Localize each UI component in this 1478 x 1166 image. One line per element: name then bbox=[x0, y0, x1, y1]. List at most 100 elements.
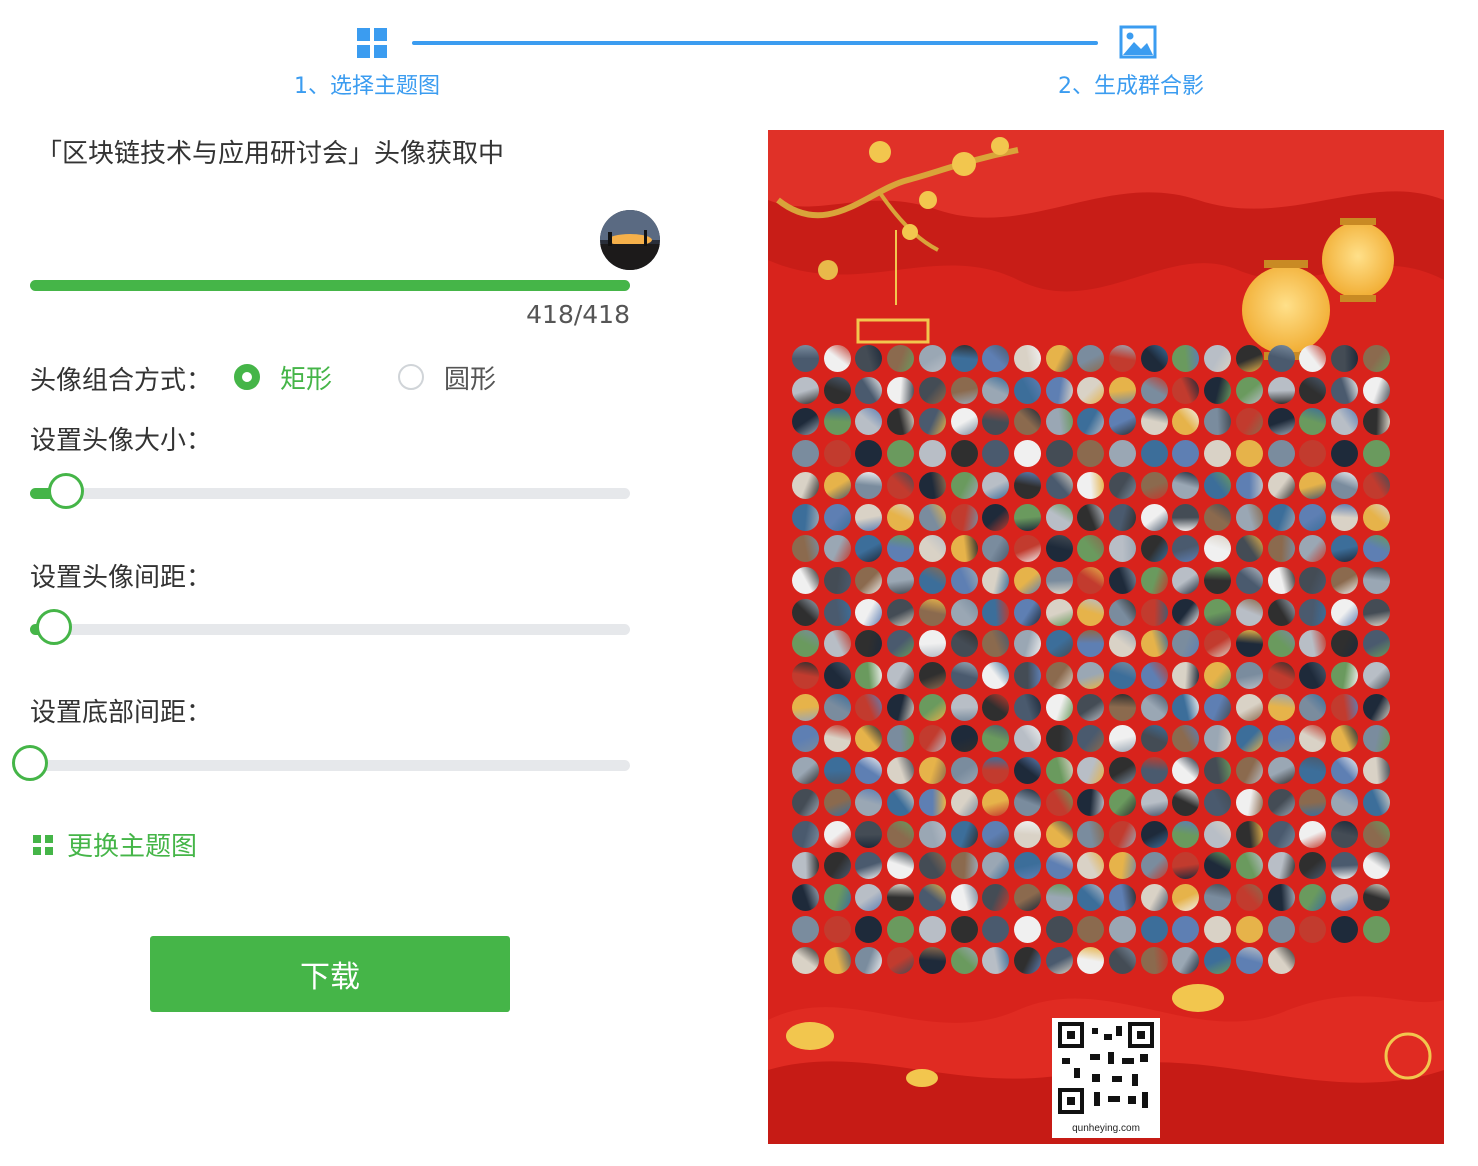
avatar-thumbnail bbox=[918, 693, 946, 721]
avatar-gap-label: 设置头像间距： bbox=[30, 563, 213, 593]
avatar-thumbnail bbox=[887, 598, 915, 626]
avatar-thumbnail bbox=[1267, 915, 1295, 943]
avatar-thumbnail bbox=[1267, 535, 1295, 563]
avatar-thumbnail bbox=[1077, 820, 1105, 848]
steps-progress-line bbox=[412, 41, 1098, 45]
avatar-thumbnail bbox=[1330, 630, 1358, 658]
radio-rectangle[interactable]: 矩形 bbox=[234, 359, 332, 396]
avatar-thumbnail bbox=[950, 440, 978, 468]
avatar-thumbnail bbox=[1045, 788, 1073, 816]
avatar-thumbnail bbox=[950, 566, 978, 594]
avatar-thumbnail bbox=[1109, 788, 1136, 816]
avatar-thumbnail bbox=[887, 376, 915, 404]
avatar-thumbnail bbox=[1362, 408, 1390, 436]
avatar-thumbnail bbox=[1109, 345, 1136, 372]
avatar-thumbnail bbox=[982, 471, 1010, 499]
avatar-thumbnail bbox=[855, 693, 883, 721]
avatar-thumbnail bbox=[1172, 503, 1200, 531]
avatar-thumbnail bbox=[1109, 693, 1136, 721]
avatar-thumbnail bbox=[823, 440, 851, 468]
avatar-thumbnail bbox=[950, 947, 978, 975]
avatar-thumbnail bbox=[855, 788, 883, 816]
radio-rectangle-label[interactable]: 矩形 bbox=[280, 359, 332, 396]
avatar-thumbnail bbox=[823, 503, 851, 531]
avatar-thumbnail bbox=[950, 598, 978, 626]
avatar-thumbnail bbox=[1013, 345, 1041, 372]
avatar-thumbnail bbox=[1235, 852, 1263, 880]
avatar-thumbnail bbox=[950, 883, 978, 911]
avatar-thumbnail bbox=[1140, 662, 1168, 689]
avatar-thumbnail bbox=[855, 503, 883, 531]
avatar-thumbnail bbox=[1330, 693, 1358, 721]
progress-fill bbox=[30, 280, 630, 291]
avatar-thumbnail bbox=[1362, 345, 1390, 372]
avatar-thumbnail bbox=[1235, 566, 1263, 594]
change-theme-label[interactable]: 更换主题图 bbox=[67, 826, 197, 863]
avatar-thumbnail bbox=[1330, 883, 1358, 911]
avatar-thumbnail bbox=[918, 820, 946, 848]
bottom-gap-label: 设置底部间距： bbox=[30, 698, 213, 728]
radio-circle-label[interactable]: 圆形 bbox=[444, 359, 496, 396]
avatar-thumbnail bbox=[950, 693, 978, 721]
avatar-thumbnail bbox=[1045, 883, 1073, 911]
avatar-thumbnail bbox=[1362, 915, 1390, 943]
avatar-thumbnail bbox=[1013, 503, 1041, 531]
avatar-thumbnail bbox=[1077, 566, 1105, 594]
avatar-thumbnail bbox=[1013, 788, 1041, 816]
avatar-thumbnail bbox=[950, 535, 978, 563]
avatar-thumbnail bbox=[1109, 662, 1136, 689]
avatar-size-slider[interactable] bbox=[30, 473, 630, 509]
bottom-gap-slider[interactable] bbox=[12, 745, 630, 781]
slider-handle[interactable] bbox=[12, 745, 48, 781]
radio-circle[interactable]: 圆形 bbox=[398, 359, 496, 396]
radio-checked-icon[interactable] bbox=[234, 364, 260, 390]
avatar-thumbnail bbox=[1267, 376, 1295, 404]
avatar-gap-slider[interactable] bbox=[30, 609, 630, 645]
avatar-thumbnail bbox=[1172, 915, 1200, 943]
change-theme-link[interactable]: 更换主题图 bbox=[33, 826, 197, 863]
avatar-thumbnail bbox=[1330, 852, 1358, 880]
avatar-thumbnail bbox=[1330, 662, 1358, 689]
avatar-thumbnail bbox=[792, 345, 819, 372]
qr-code-icon bbox=[1058, 1022, 1154, 1114]
step-1-label[interactable]: 1、选择主题图 bbox=[294, 68, 440, 100]
group-photo-preview: qunheying.com bbox=[768, 130, 1444, 1144]
avatar-thumbnail bbox=[1235, 788, 1263, 816]
avatar-thumbnail bbox=[1140, 820, 1168, 848]
avatar-thumbnail bbox=[982, 662, 1010, 689]
avatar-thumbnail bbox=[855, 471, 883, 499]
avatar-thumbnail bbox=[950, 788, 978, 816]
avatar-thumbnail bbox=[1235, 440, 1263, 468]
avatar-thumbnail bbox=[1235, 820, 1263, 848]
avatar-thumbnail bbox=[792, 693, 819, 721]
slider-handle[interactable] bbox=[36, 609, 72, 645]
progress-count: 418/418 bbox=[526, 300, 630, 329]
avatar-thumbnail bbox=[1235, 693, 1263, 721]
avatar-thumbnail bbox=[1299, 503, 1327, 531]
download-button[interactable]: 下载 bbox=[150, 936, 510, 1012]
step-2-label[interactable]: 2、生成群合影 bbox=[1058, 68, 1204, 100]
avatar-thumbnail bbox=[1362, 883, 1390, 911]
qr-caption: qunheying.com bbox=[1072, 1123, 1140, 1134]
avatar-thumbnail bbox=[1140, 915, 1168, 943]
avatar-thumbnail bbox=[1362, 693, 1390, 721]
avatar-thumbnail bbox=[823, 471, 851, 499]
avatar-thumbnail bbox=[950, 376, 978, 404]
avatar-thumbnail bbox=[1109, 820, 1136, 848]
avatar-thumbnail bbox=[1362, 630, 1390, 658]
page-title: 「区块链技术与应用研讨会」头像获取中 bbox=[36, 139, 505, 169]
avatar-thumbnail bbox=[950, 757, 978, 785]
avatar-thumbnail bbox=[1267, 852, 1295, 880]
avatar-thumbnail bbox=[1235, 662, 1263, 689]
avatar-thumbnail bbox=[1362, 471, 1390, 499]
avatar-thumbnail bbox=[1109, 471, 1136, 499]
avatar-thumbnail bbox=[918, 408, 946, 436]
avatar-thumbnail bbox=[1299, 662, 1327, 689]
avatar-thumbnail bbox=[918, 915, 946, 943]
avatar-thumbnail bbox=[950, 630, 978, 658]
slider-handle[interactable] bbox=[48, 473, 84, 509]
avatar-thumbnail bbox=[792, 820, 819, 848]
radio-unchecked-icon[interactable] bbox=[398, 364, 424, 390]
avatar-thumbnail bbox=[1330, 471, 1358, 499]
avatar-thumbnail bbox=[918, 598, 946, 626]
